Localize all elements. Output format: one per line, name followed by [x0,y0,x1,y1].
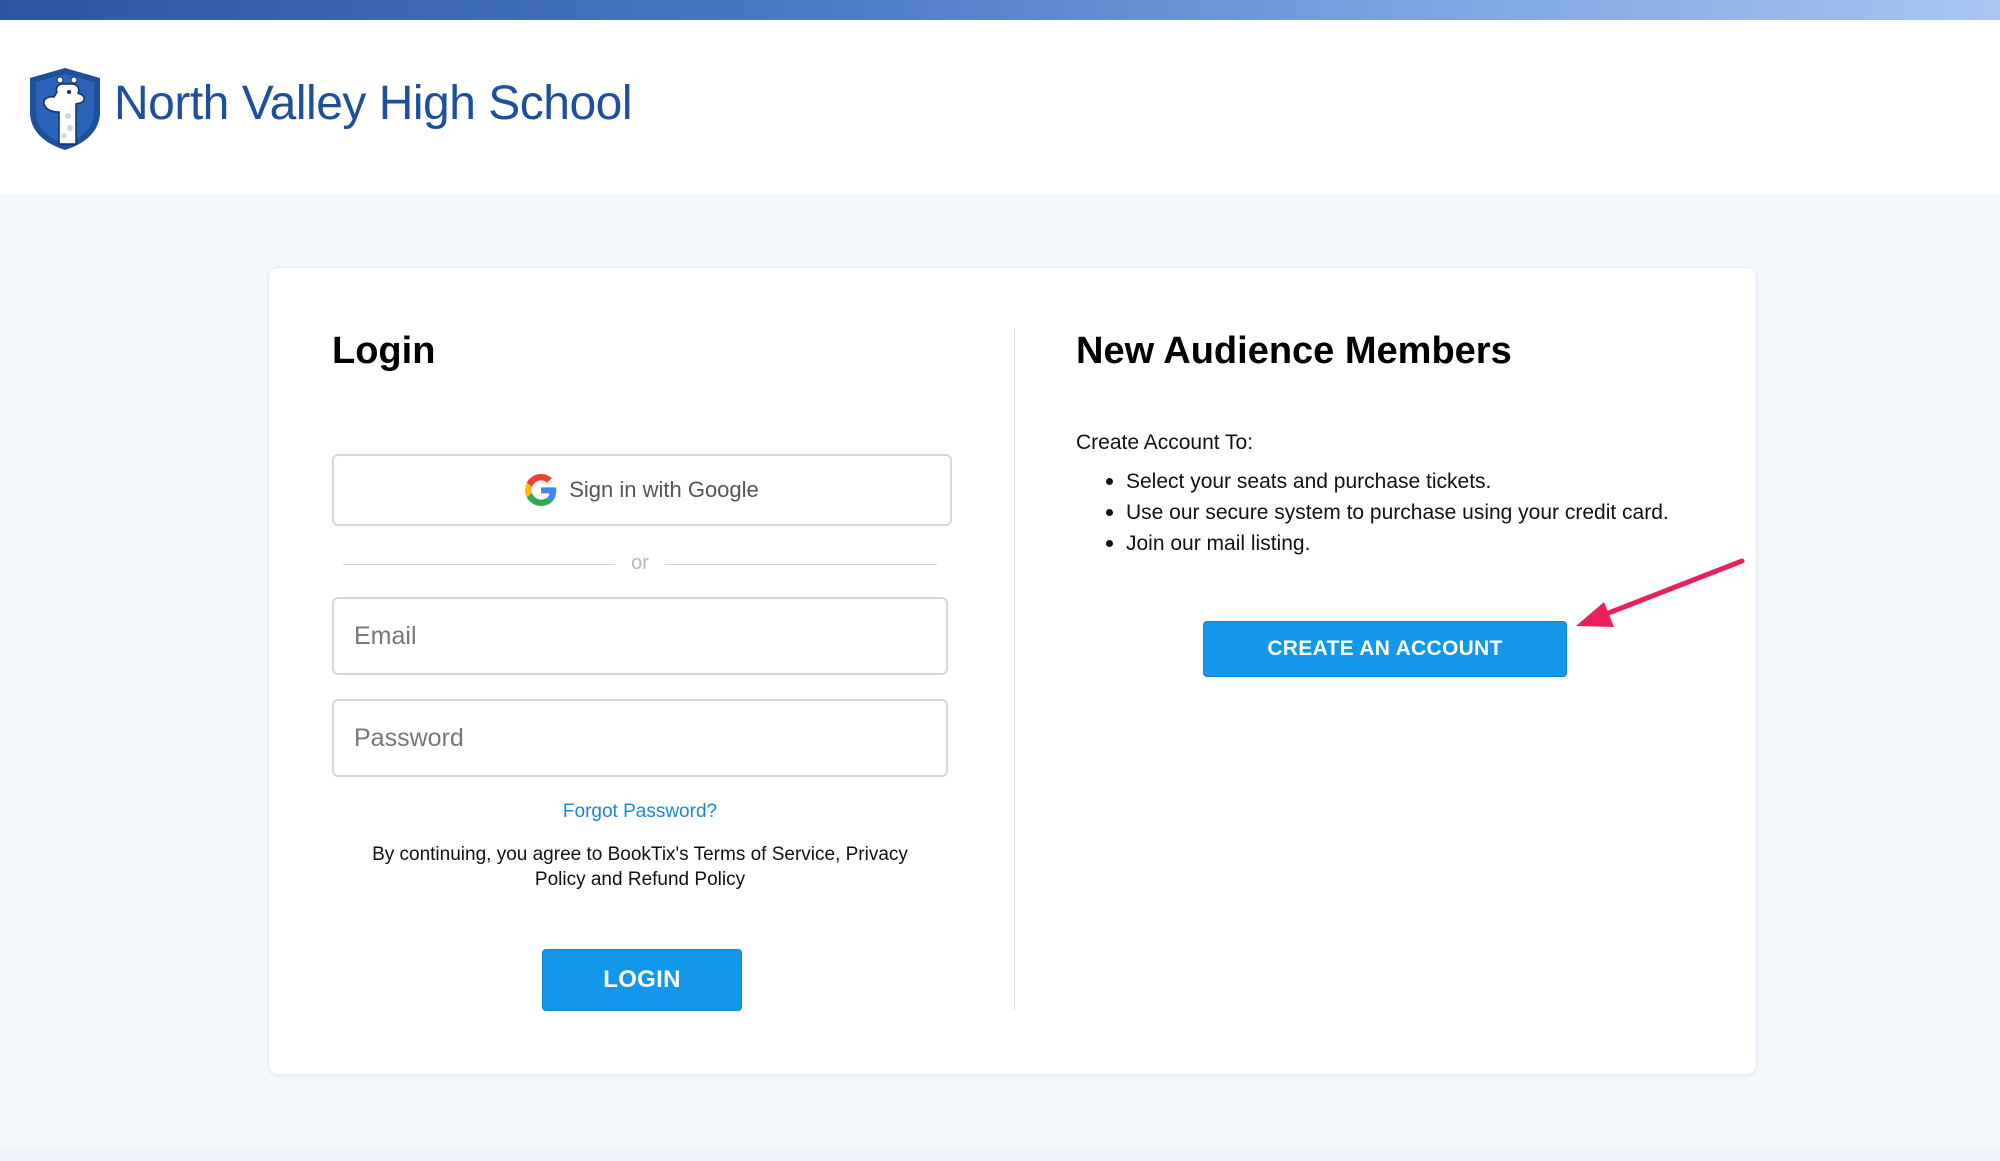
login-card: Login Sign in with Google or Forgot Pass… [268,267,1757,1075]
column-divider [1014,330,1015,1010]
google-signin-button[interactable]: Sign in with Google [332,454,952,526]
school-name: North Valley High School [114,77,633,130]
new-members-title: New Audience Members [1076,330,1512,372]
separator-line-right [665,564,937,565]
password-input[interactable] [332,699,948,777]
create-account-button[interactable]: CREATE AN ACCOUNT [1203,621,1567,677]
terms-text: By continuing, you agree to BookTix's Te… [372,844,908,890]
google-icon [525,474,557,506]
top-banner [0,0,2000,20]
annotation-arrow-icon [1576,558,1745,627]
benefits-list: Select your seats and purchase tickets. … [1076,466,1736,559]
footer-band [0,1147,2000,1161]
login-button[interactable]: LOGIN [542,949,742,1011]
login-title: Login [332,330,436,372]
forgot-password-link[interactable]: Forgot Password? [332,801,948,823]
giraffe-shield-logo-icon [30,68,100,150]
list-item: Use our secure system to purchase using … [1106,497,1736,528]
list-item: Select your seats and purchase tickets. [1106,466,1736,497]
google-button-label: Sign in with Google [569,477,759,502]
page-header: North Valley High School [0,20,2000,194]
create-account-intro: Create Account To: [1076,431,1254,454]
email-input[interactable] [332,597,948,675]
or-separator: or [343,552,937,576]
